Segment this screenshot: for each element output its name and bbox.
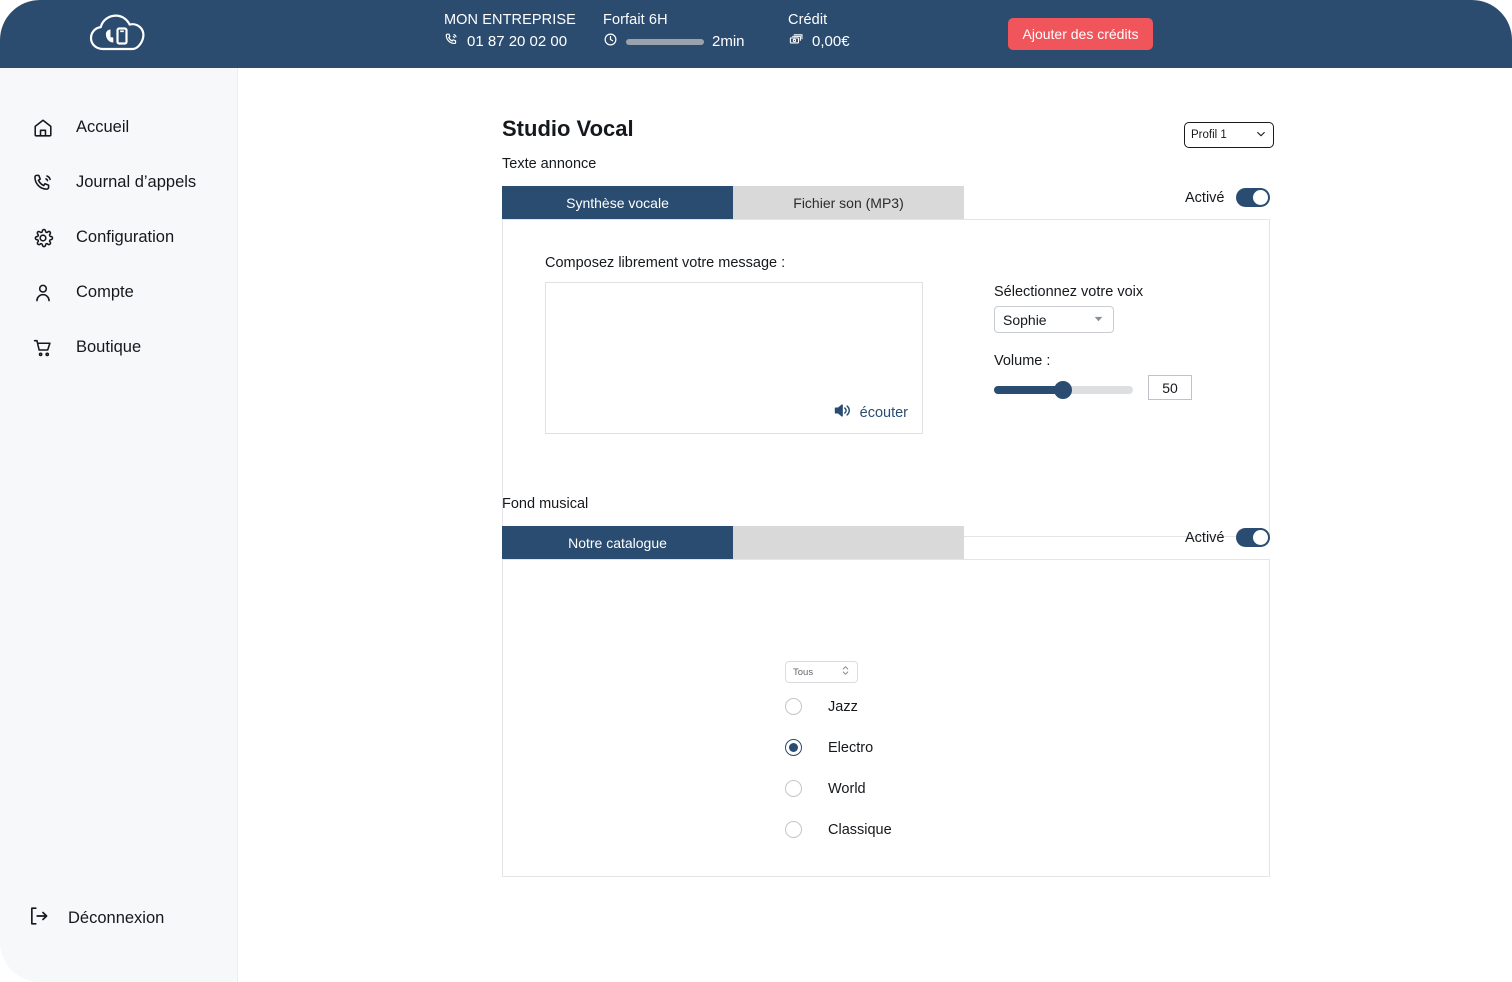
track-radio-jazz[interactable] bbox=[785, 698, 802, 715]
track-row: Electro écouter bbox=[785, 727, 1491, 768]
track-name: Electro bbox=[828, 739, 874, 756]
announcement-toggle-switch[interactable] bbox=[1235, 188, 1270, 207]
compose-label: Composez librement votre message : bbox=[545, 255, 786, 271]
volume-label: Volume : bbox=[994, 353, 1051, 369]
music-section-label: Fond musical bbox=[502, 496, 589, 512]
shopping-cart-icon bbox=[30, 337, 56, 359]
company-phone-row: 01 87 20 02 00 bbox=[444, 32, 576, 51]
track-name: World bbox=[828, 780, 866, 797]
forfait-label: Forfait 6H bbox=[603, 12, 668, 28]
music-filter-value: Tous bbox=[793, 666, 814, 678]
track-name: Classique bbox=[828, 821, 892, 838]
track-radio-classique[interactable] bbox=[785, 821, 802, 838]
volume-slider-fill bbox=[994, 386, 1063, 394]
sidebar: Accueil Journal d’appels Configuration C… bbox=[0, 68, 238, 982]
toggle-knob bbox=[1252, 190, 1268, 205]
header-forfait-block: Forfait 6H 2min bbox=[603, 12, 745, 51]
announcement-tabs: Synthèse vocale Fichier son (MP3) bbox=[502, 186, 964, 219]
company-name: MON ENTREPRISE bbox=[444, 12, 576, 28]
listen-message-link[interactable]: écouter bbox=[833, 402, 908, 423]
cloud-phone-logo-icon bbox=[87, 11, 151, 57]
money-bills-icon bbox=[788, 32, 804, 51]
sidebar-item-label: Configuration bbox=[76, 228, 175, 246]
sidebar-item-label: Journal d’appels bbox=[76, 173, 197, 191]
music-panel: Tous Jazz Electro World Classique bbox=[502, 559, 1270, 877]
track-row: Classique écouter bbox=[785, 809, 1491, 850]
sidebar-item-label: Compte bbox=[76, 283, 134, 301]
tab-notre-catalogue[interactable]: Notre catalogue bbox=[502, 526, 733, 559]
tab-fichier-son-mp3[interactable]: Fichier son (MP3) bbox=[733, 186, 964, 219]
voice-select-value: Sophie bbox=[1003, 311, 1047, 328]
track-row: World écouter bbox=[785, 768, 1491, 809]
track-radio-electro[interactable] bbox=[785, 739, 802, 756]
page-title: Studio Vocal bbox=[502, 116, 634, 141]
toggle-knob bbox=[1252, 530, 1268, 545]
announcement-section-label: Texte annonce bbox=[502, 156, 597, 172]
speaker-icon bbox=[833, 402, 852, 423]
clock-icon bbox=[603, 32, 618, 51]
listen-label: écouter bbox=[859, 404, 908, 421]
header-credit-block: Crédit 0,00€ bbox=[788, 12, 850, 51]
voice-select-label: Sélectionnez votre voix bbox=[994, 284, 1144, 300]
logout-label: Déconnexion bbox=[68, 909, 165, 927]
app-window: MON ENTREPRISE 01 87 20 02 00 Forfait 6H bbox=[0, 0, 1512, 982]
main-content: Studio Vocal Profil 1 Texte annonce Synt… bbox=[238, 68, 1512, 982]
add-credits-button[interactable]: Ajouter des crédits bbox=[1008, 18, 1153, 50]
sidebar-item-compte[interactable]: Compte bbox=[0, 265, 237, 320]
music-toggle-label: Activé bbox=[1185, 529, 1225, 546]
announcement-toggle-wrap: Activé bbox=[1185, 188, 1270, 207]
message-textarea[interactable]: écouter bbox=[545, 282, 923, 434]
music-filter-select[interactable]: Tous bbox=[785, 661, 858, 683]
credit-row: 0,00€ bbox=[788, 32, 850, 51]
sidebar-item-accueil[interactable]: Accueil bbox=[0, 100, 237, 155]
forfait-remaining: 2min bbox=[712, 33, 745, 50]
voice-select[interactable]: Sophie bbox=[994, 306, 1114, 333]
track-radio-world[interactable] bbox=[785, 780, 802, 797]
track-row: Jazz écouter bbox=[785, 686, 1491, 727]
forfait-progress-bar bbox=[626, 38, 704, 45]
announcement-toggle-label: Activé bbox=[1185, 189, 1225, 206]
credit-amount: 0,00€ bbox=[812, 33, 850, 50]
sidebar-item-journal-dappels[interactable]: Journal d’appels bbox=[0, 155, 237, 210]
tab-music-secondary[interactable] bbox=[733, 526, 964, 559]
music-toggle-switch[interactable] bbox=[1235, 528, 1270, 547]
header-company-block: MON ENTREPRISE 01 87 20 02 00 bbox=[444, 12, 576, 51]
phone-log-icon bbox=[30, 172, 56, 194]
profile-select[interactable]: Profil 1 bbox=[1184, 122, 1274, 148]
volume-slider-thumb[interactable] bbox=[1054, 381, 1072, 399]
sidebar-item-label: Boutique bbox=[76, 338, 142, 356]
phone-incoming-icon bbox=[444, 32, 459, 51]
sidebar-nav: Accueil Journal d’appels Configuration C… bbox=[0, 68, 237, 375]
music-toggle-wrap: Activé bbox=[1185, 528, 1270, 547]
volume-slider[interactable] bbox=[994, 381, 1133, 399]
forfait-row: 2min bbox=[603, 32, 745, 51]
chevron-updown-icon bbox=[841, 664, 850, 680]
logout-button[interactable]: Déconnexion bbox=[28, 905, 164, 932]
credit-label: Crédit bbox=[788, 12, 828, 28]
gear-icon bbox=[30, 227, 56, 249]
volume-value-input[interactable]: 50 bbox=[1148, 375, 1192, 400]
track-name: Jazz bbox=[828, 698, 858, 715]
home-icon bbox=[30, 117, 56, 139]
company-phone-number: 01 87 20 02 00 bbox=[467, 33, 568, 50]
sidebar-item-boutique[interactable]: Boutique bbox=[0, 320, 237, 375]
sidebar-item-configuration[interactable]: Configuration bbox=[0, 210, 237, 265]
person-icon bbox=[30, 282, 56, 304]
chevron-down-icon bbox=[1255, 128, 1267, 143]
sidebar-item-label: Accueil bbox=[76, 118, 130, 136]
chevron-down-icon bbox=[1092, 312, 1105, 328]
profile-select-value: Profil 1 bbox=[1191, 129, 1227, 141]
tab-synthese-vocale[interactable]: Synthèse vocale bbox=[502, 186, 733, 219]
logo[interactable] bbox=[0, 0, 238, 68]
announcement-panel: Composez librement votre message : écout… bbox=[502, 219, 1270, 537]
top-header: MON ENTREPRISE 01 87 20 02 00 Forfait 6H bbox=[0, 0, 1512, 68]
logout-icon bbox=[28, 905, 50, 932]
music-tabs: Notre catalogue bbox=[502, 526, 964, 559]
